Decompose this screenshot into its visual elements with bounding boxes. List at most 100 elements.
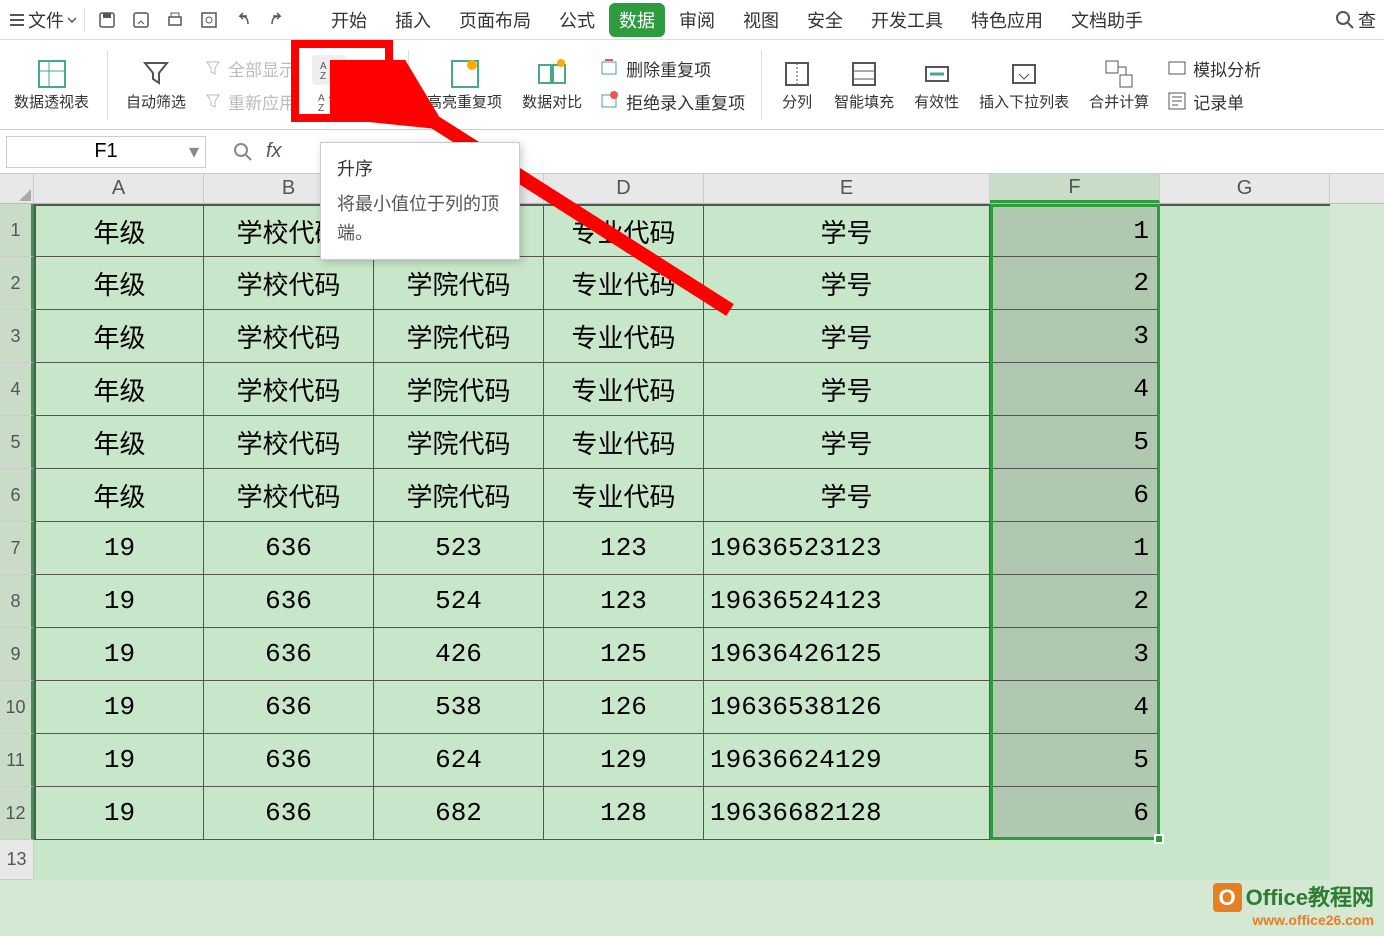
save-as-icon[interactable] — [131, 10, 151, 30]
tab-insert[interactable]: 插入 — [381, 3, 445, 37]
cell[interactable]: 128 — [544, 787, 704, 840]
row-header[interactable]: 2 — [0, 257, 34, 310]
cell[interactable]: 专业代码 — [544, 416, 704, 469]
cell[interactable] — [1160, 628, 1330, 681]
cell[interactable]: 636 — [204, 787, 374, 840]
cell[interactable]: 学校代码 — [204, 310, 374, 363]
cell[interactable]: 6 — [990, 469, 1160, 522]
cell[interactable]: 学院代码 — [374, 469, 544, 522]
reject-dup-button[interactable]: 拒绝录入重复项 — [596, 87, 749, 116]
col-header-d[interactable]: D — [544, 174, 704, 203]
cell[interactable]: 123 — [544, 522, 704, 575]
cell[interactable]: 636 — [204, 575, 374, 628]
cell[interactable]: 年级 — [34, 416, 204, 469]
cell[interactable]: 学号 — [704, 363, 990, 416]
dropdown-list-button[interactable]: 插入下拉列表 — [973, 55, 1075, 114]
cell[interactable]: 学校代码 — [204, 257, 374, 310]
cell[interactable]: 1 — [990, 522, 1160, 575]
tab-data[interactable]: 数据 — [609, 3, 665, 37]
row-header[interactable]: 4 — [0, 363, 34, 416]
cell[interactable] — [704, 840, 990, 880]
pivot-table-button[interactable]: 数据透视表 — [8, 55, 95, 114]
save-icon[interactable] — [97, 10, 117, 30]
cell[interactable]: 426 — [374, 628, 544, 681]
cell[interactable]: 19 — [34, 681, 204, 734]
cell[interactable]: 学院代码 — [374, 363, 544, 416]
preview-icon[interactable] — [199, 10, 219, 30]
cell[interactable]: 19636426125 — [704, 628, 990, 681]
cell[interactable]: 学号 — [704, 204, 990, 257]
validation-button[interactable]: 有效性 — [908, 55, 965, 114]
consolidate-button[interactable]: 合并计算 — [1083, 55, 1155, 114]
row-header[interactable]: 6 — [0, 469, 34, 522]
tab-special[interactable]: 特色应用 — [957, 3, 1057, 37]
cell[interactable] — [1160, 363, 1330, 416]
row-header[interactable]: 13 — [0, 840, 34, 880]
cell[interactable]: 19636682128 — [704, 787, 990, 840]
tab-security[interactable]: 安全 — [793, 3, 857, 37]
cell[interactable] — [1160, 734, 1330, 787]
cell[interactable]: 学院代码 — [374, 416, 544, 469]
tab-formula[interactable]: 公式 — [545, 3, 609, 37]
cell[interactable]: 19636538126 — [704, 681, 990, 734]
sort-desc-button[interactable]: AZ — [312, 89, 346, 115]
cell[interactable]: 专业代码 — [544, 257, 704, 310]
col-header-a[interactable]: A — [34, 174, 204, 203]
cell[interactable] — [374, 840, 544, 880]
cell[interactable] — [1160, 575, 1330, 628]
selection-handle[interactable] — [1154, 834, 1164, 844]
cell[interactable]: 524 — [374, 575, 544, 628]
cell[interactable]: 19 — [34, 787, 204, 840]
cell[interactable] — [1160, 840, 1330, 880]
cell[interactable]: 学院代码 — [374, 310, 544, 363]
tab-dev[interactable]: 开发工具 — [857, 3, 957, 37]
cell[interactable] — [1160, 787, 1330, 840]
cell[interactable]: 636 — [204, 681, 374, 734]
highlight-dup-button[interactable]: 高亮重复项 — [421, 55, 508, 114]
tab-start[interactable]: 开始 — [317, 3, 381, 37]
cell[interactable] — [34, 840, 204, 880]
cell[interactable]: 学校代码 — [204, 469, 374, 522]
print-icon[interactable] — [165, 10, 185, 30]
cell[interactable]: 专业代码 — [544, 363, 704, 416]
cell[interactable]: 年级 — [34, 204, 204, 257]
row-header[interactable]: 1 — [0, 204, 34, 257]
cell[interactable]: 19 — [34, 628, 204, 681]
cell[interactable]: 年级 — [34, 363, 204, 416]
cell[interactable]: 学院代码 — [374, 257, 544, 310]
cell[interactable]: 学校代码 — [204, 416, 374, 469]
row-header[interactable]: 11 — [0, 734, 34, 787]
cell[interactable]: 636 — [204, 734, 374, 787]
cell[interactable]: 年级 — [34, 469, 204, 522]
cell[interactable]: 636 — [204, 628, 374, 681]
cell[interactable]: 523 — [374, 522, 544, 575]
cell[interactable]: 6 — [990, 787, 1160, 840]
cell[interactable] — [990, 840, 1160, 880]
select-all-corner[interactable] — [0, 174, 34, 203]
cell[interactable]: 学号 — [704, 469, 990, 522]
tab-view[interactable]: 视图 — [729, 3, 793, 37]
cell[interactable]: 5 — [990, 734, 1160, 787]
cell[interactable]: 1 — [990, 204, 1160, 257]
row-header[interactable]: 12 — [0, 787, 34, 840]
cell[interactable]: 学校代码 — [204, 363, 374, 416]
undo-icon[interactable] — [233, 10, 253, 30]
col-header-g[interactable]: G — [1160, 174, 1330, 203]
cell[interactable]: 年级 — [34, 310, 204, 363]
cell[interactable]: 125 — [544, 628, 704, 681]
cell[interactable]: 专业代码 — [544, 310, 704, 363]
cell[interactable]: 3 — [990, 628, 1160, 681]
cell[interactable]: 636 — [204, 522, 374, 575]
show-all-button[interactable]: 全部显示 — [200, 54, 300, 83]
redo-icon[interactable] — [267, 10, 287, 30]
tab-layout[interactable]: 页面布局 — [445, 3, 545, 37]
cell[interactable] — [544, 840, 704, 880]
cell[interactable] — [1160, 310, 1330, 363]
cell[interactable]: 3 — [990, 310, 1160, 363]
cell[interactable]: 年级 — [34, 257, 204, 310]
col-header-f[interactable]: F — [990, 174, 1160, 203]
cell[interactable]: 129 — [544, 734, 704, 787]
tab-dochelper[interactable]: 文档助手 — [1057, 3, 1157, 37]
cell[interactable] — [1160, 257, 1330, 310]
cell[interactable] — [1160, 469, 1330, 522]
